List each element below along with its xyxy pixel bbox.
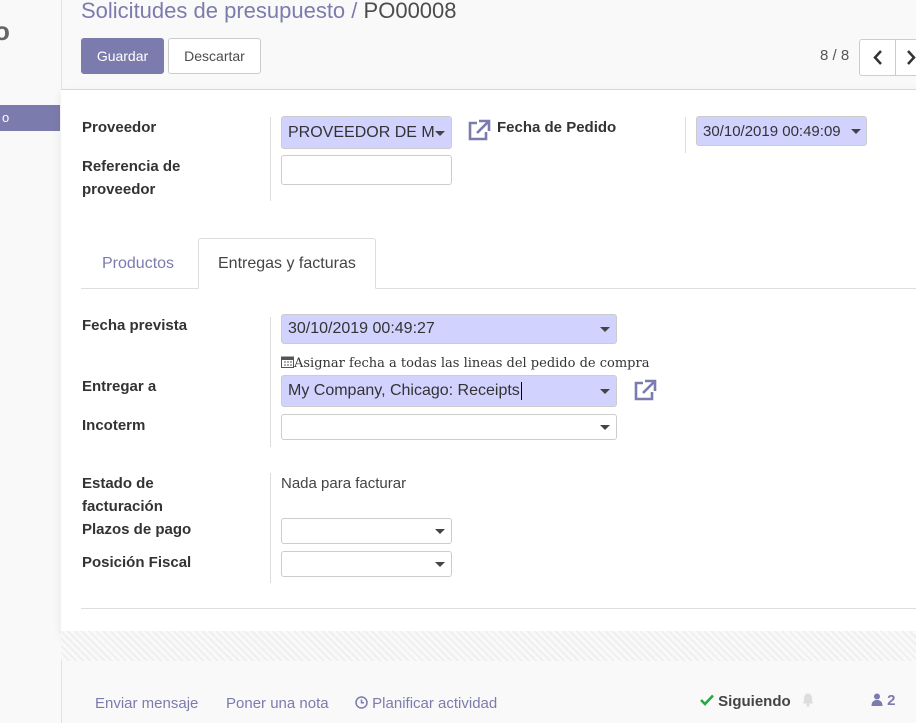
order-date-field[interactable]: 30/10/2019 00:49:09	[696, 116, 867, 146]
chevron-down-icon	[851, 129, 861, 134]
order-date-value: 30/10/2019 00:49:09	[703, 122, 841, 140]
following-label: Siguiendo	[718, 693, 791, 710]
deliver-to-select[interactable]: My Company, Chicago: Receipts	[281, 375, 617, 407]
discard-button[interactable]: Descartar	[168, 38, 261, 74]
log-note-button[interactable]: Poner una nota	[226, 695, 329, 712]
chevron-down-icon	[600, 425, 610, 430]
schedule-activity-label: Planificar actividad	[372, 695, 498, 712]
chevron-down-icon	[435, 130, 445, 136]
incoterm-select[interactable]	[281, 414, 617, 440]
vendor-select-value: PROVEEDOR DE M	[288, 123, 434, 141]
schedule-activity-button[interactable]: Planificar actividad	[355, 695, 497, 712]
deliver-to-value: My Company, Chicago: Receipts	[288, 382, 520, 399]
group-divider	[685, 117, 686, 153]
planned-date-label: Fecha prevista	[82, 317, 188, 334]
external-link-icon[interactable]	[466, 118, 492, 142]
group-divider	[270, 317, 271, 447]
chevron-right-icon	[907, 50, 916, 65]
vendor-label: Proveedor	[82, 119, 157, 136]
tab-deliveries-invoices[interactable]: Entregas y facturas	[198, 238, 376, 289]
save-button[interactable]: Guardar	[81, 38, 164, 74]
payment-terms-select[interactable]	[281, 518, 452, 544]
vendor-select[interactable]: PROVEEDOR DE M	[281, 116, 452, 149]
assign-date-text: Asignar fecha a todas las lineas del ped…	[294, 356, 650, 371]
pager-value[interactable]: 8 / 8	[820, 47, 849, 64]
check-icon	[700, 694, 714, 706]
breadcrumb: Solicitudes de presupuesto / PO00008	[81, 0, 457, 24]
sidebar-item-active[interactable]: o	[0, 105, 60, 131]
deliver-to-label: Entregar a	[82, 378, 157, 395]
group-divider	[270, 117, 271, 201]
order-date-label: Fecha de Pedido	[497, 119, 617, 136]
send-message-button[interactable]: Enviar mensaje	[95, 695, 198, 712]
following-button[interactable]: Siguiendo	[700, 692, 815, 710]
group-divider	[270, 473, 271, 583]
invoice-status-value: Nada para facturar	[281, 475, 407, 492]
text-cursor	[520, 382, 522, 400]
chevron-left-icon	[873, 50, 882, 65]
pager-previous-button[interactable]	[859, 39, 898, 76]
planned-date-field[interactable]: 30/10/2019 00:49:27	[281, 314, 617, 344]
pager-next-button[interactable]	[895, 39, 916, 76]
followers-button[interactable]: 2	[871, 692, 896, 709]
breadcrumb-separator: /	[351, 0, 358, 23]
chevron-down-icon	[600, 327, 610, 332]
assign-date-link[interactable]: Asignar fecha a todas las lineas del ped…	[281, 355, 649, 371]
chatter-separator	[61, 631, 916, 661]
payment-terms-label: Plazos de pago	[82, 521, 192, 538]
external-link-icon[interactable]	[632, 378, 658, 402]
fiscal-position-select[interactable]	[281, 551, 452, 577]
incoterm-label: Incoterm	[82, 417, 146, 434]
calendar-icon	[281, 356, 294, 368]
breadcrumb-parent-link[interactable]: Solicitudes de presupuesto	[81, 0, 345, 23]
user-icon	[871, 693, 883, 706]
bell-icon[interactable]	[801, 692, 815, 707]
app-logo: o	[0, 16, 10, 46]
breadcrumb-current: PO00008	[363, 0, 457, 23]
invoice-status-label: Estado de facturación	[82, 475, 163, 515]
chevron-down-icon	[600, 389, 610, 394]
chevron-down-icon	[435, 529, 445, 534]
vendor-ref-label: Referencia de proveedor	[82, 158, 181, 198]
tab-products[interactable]: Productos	[83, 238, 193, 289]
fiscal-position-label: Posición Fiscal	[82, 554, 192, 571]
planned-date-value: 30/10/2019 00:49:27	[288, 320, 435, 337]
followers-count: 2	[887, 692, 896, 709]
chevron-down-icon	[435, 562, 445, 567]
form-divider	[81, 608, 916, 609]
clock-icon	[355, 696, 368, 709]
vendor-ref-input[interactable]	[281, 155, 452, 185]
